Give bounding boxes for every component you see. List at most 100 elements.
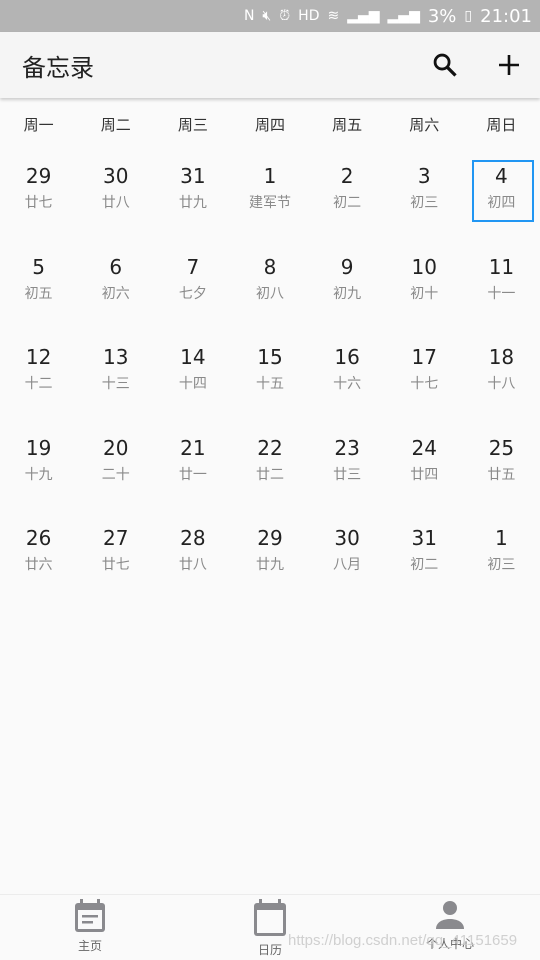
calendar-day[interactable]: 1 建军节: [231, 158, 308, 249]
nav-calendar-label: 日历: [257, 943, 282, 957]
day-number: 6: [109, 254, 123, 279]
calendar-day[interactable]: 15 十五: [231, 339, 308, 430]
day-number: 8: [263, 254, 277, 279]
day-number: 12: [25, 345, 52, 369]
lunar-date: 十一: [487, 285, 516, 302]
person-icon: [436, 901, 464, 929]
day-number: 25: [488, 435, 515, 460]
calendar-note-icon: [75, 899, 105, 932]
day-number: 2: [340, 164, 354, 188]
day-number: 17: [411, 345, 437, 369]
lunar-date: 廿六: [24, 557, 53, 573]
day-number: 13: [102, 345, 129, 369]
day-number: 3: [417, 164, 431, 188]
watermark: https://blog.csdn.net/qq_41151659: [288, 932, 518, 949]
alarm-icon: ⏰︎: [279, 8, 291, 24]
lunar-date: 二十: [101, 466, 130, 483]
day-number: 22: [257, 435, 283, 460]
status-bar: N 🔇︎ ⏰︎ HD ≋ ▂▄▆ ▂▄▆ 3% ▯ 21:01: [0, 0, 540, 32]
nfc-icon: N: [243, 8, 255, 24]
day-number: 9: [340, 254, 354, 279]
day-number: 10: [411, 254, 437, 279]
calendar-day[interactable]: 16 十六: [309, 339, 386, 430]
calendar-day[interactable]: 28 廿八: [154, 520, 231, 611]
lunar-date: 廿五: [487, 466, 516, 483]
calendar-day[interactable]: 27 廿七: [77, 520, 154, 611]
calendar-day[interactable]: 1 初三: [463, 520, 540, 611]
calendar-day[interactable]: 3 初三: [386, 158, 463, 249]
day-number: 30: [102, 164, 129, 188]
nav-home[interactable]: 主页: [0, 895, 180, 960]
calendar-day[interactable]: 20 二十: [77, 430, 154, 521]
calendar-day-selected[interactable]: 4 初四: [463, 158, 540, 249]
calendar-day[interactable]: 30 廿八: [77, 158, 154, 249]
calendar-day[interactable]: 6 初六: [77, 249, 154, 340]
nav-home-label: 主页: [77, 939, 102, 953]
calendar-icon: [254, 899, 286, 936]
day-number: 11: [488, 254, 515, 279]
calendar-day[interactable]: 13 十三: [77, 339, 154, 430]
plus-icon: [499, 55, 519, 75]
calendar-day[interactable]: 2 初二: [309, 158, 386, 249]
calendar-day[interactable]: 19 十九: [0, 430, 77, 521]
calendar-day[interactable]: 30 八月: [309, 520, 386, 611]
app-bar: 备忘录: [0, 32, 540, 98]
nav-calendar[interactable]: 日历: [180, 895, 360, 960]
day-number: 1: [495, 526, 508, 550]
day-number: 27: [102, 526, 129, 550]
search-button[interactable]: [428, 48, 462, 82]
lunar-date: 廿三: [333, 466, 362, 483]
calendar-day[interactable]: 31 廿九: [154, 158, 231, 249]
weekday-header: 周一 周二 周三 周四 周五 周六 周日: [0, 114, 540, 135]
calendar-day[interactable]: 22 廿二: [231, 430, 308, 521]
lunar-date: 廿九: [255, 557, 284, 573]
signal-e-icon: ▂▄▆: [387, 8, 420, 24]
calendar-day[interactable]: 17 十七: [386, 339, 463, 430]
day-number: 19: [25, 435, 52, 460]
calendar-day[interactable]: 25 廿五: [463, 430, 540, 521]
calendar-day[interactable]: 14 十四: [154, 339, 231, 430]
lunar-date: 初六: [101, 285, 130, 302]
clock: 21:01: [480, 5, 532, 27]
calendar-day[interactable]: 26 廿六: [0, 520, 77, 611]
weekday-label: 周一: [23, 116, 54, 134]
lunar-date: 十六: [333, 376, 362, 392]
lunar-date: 初二: [410, 557, 439, 573]
day-number: 20: [102, 435, 129, 460]
day-number: 31: [411, 526, 437, 550]
lunar-date: 八月: [333, 557, 362, 573]
lunar-date: 廿九: [178, 195, 207, 211]
calendar-day[interactable]: 8 初八: [231, 249, 308, 340]
lunar-date: 建军节: [248, 195, 291, 211]
calendar-day[interactable]: 23 廿三: [309, 430, 386, 521]
lunar-date: 七夕: [178, 285, 207, 302]
lunar-date: 初四: [487, 195, 516, 211]
day-number: 28: [180, 526, 206, 550]
calendar-day[interactable]: 18 十八: [463, 339, 540, 430]
calendar-day[interactable]: 11 十一: [463, 249, 540, 340]
add-button[interactable]: [492, 48, 526, 82]
day-number: 14: [180, 345, 206, 369]
calendar-day[interactable]: 5 初五: [0, 249, 77, 340]
calendar-day[interactable]: 9 初九: [309, 249, 386, 340]
lunar-date: 十四: [178, 376, 207, 392]
day-number: 30: [334, 526, 360, 550]
calendar-day[interactable]: 29 廿七: [0, 158, 77, 249]
calendar-day[interactable]: 7 七夕: [154, 249, 231, 340]
calendar-day[interactable]: 31 初二: [386, 520, 463, 611]
lunar-date: 廿七: [101, 557, 130, 573]
hd-icon: HD: [298, 8, 320, 24]
nav-profile[interactable]: 个人中心: [360, 895, 540, 960]
lunar-date: 廿八: [178, 557, 207, 573]
calendar-day[interactable]: 12 十二: [0, 339, 77, 430]
day-number: 18: [488, 345, 515, 369]
calendar-day[interactable]: 10 初十: [386, 249, 463, 340]
lunar-date: 初三: [487, 557, 516, 573]
calendar-day[interactable]: 24 廿四: [386, 430, 463, 521]
calendar-day[interactable]: 21 廿一: [154, 430, 231, 521]
day-number: 21: [180, 435, 206, 460]
day-number: 26: [25, 526, 52, 550]
weekday-label: 周四: [254, 116, 285, 134]
calendar-day[interactable]: 29 廿九: [231, 520, 308, 611]
weekday-label: 周三: [177, 116, 208, 134]
